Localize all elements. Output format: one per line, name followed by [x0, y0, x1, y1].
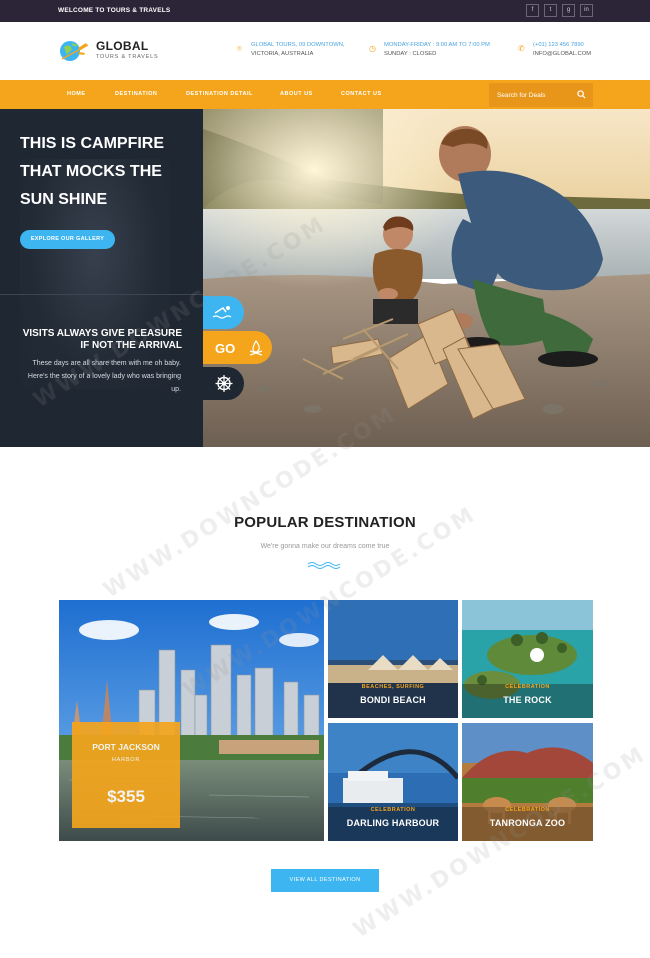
- map-pin-icon: ⌾: [237, 44, 242, 53]
- logo-subtitle: TOURS & TRAVELS: [96, 54, 159, 60]
- welcome-text: WELCOME TO TOURS & TRAVELS: [58, 7, 171, 14]
- go-campfire-tab[interactable]: GO: [203, 331, 272, 364]
- google-plus-icon[interactable]: g: [562, 4, 575, 17]
- wave-divider-icon: [307, 562, 341, 569]
- swimming-icon: [212, 306, 232, 319]
- nav-item-about-us[interactable]: ABOUT US: [280, 91, 313, 97]
- featured-destination-price: $355: [107, 787, 145, 806]
- globe-plane-logo-icon[interactable]: [58, 39, 90, 63]
- address-block: GLOBAL TOURS, 09 DOWNTOWN, VICTORIA, AUS…: [251, 41, 345, 59]
- tile-tag: BEACHES, SURFING: [361, 684, 425, 690]
- linkedin-icon[interactable]: in: [580, 4, 593, 17]
- hours-line-1: MONDAY-FRIDAY : 9:00 AM TO 7:00 PM: [384, 42, 490, 48]
- featured-destination-card[interactable]: PORT JACKSON HARBOR $355: [72, 722, 180, 828]
- hero-section: THIS IS CAMPFIRE THAT MOCKS THE SUN SHIN…: [0, 109, 650, 447]
- hero-subtitle: VISITS ALWAYS GIVE PLEASURE IF NOT THE A…: [22, 328, 182, 351]
- phone-icon: ✆: [518, 44, 525, 53]
- search-input[interactable]: [489, 83, 575, 107]
- swimming-tab[interactable]: [203, 296, 244, 329]
- tile-tag: CELEBRATION: [370, 807, 416, 813]
- phone-number[interactable]: (+01) 123 456 7890: [533, 41, 591, 50]
- view-all-destination-button[interactable]: VIEW ALL DESTINATION: [271, 869, 379, 892]
- search-box: [489, 83, 593, 107]
- nav-item-home[interactable]: HOME: [67, 91, 86, 97]
- popular-destination-title: POPULAR DESTINATION: [234, 514, 416, 531]
- site-header: GLOBAL TOURS & TRAVELS ⌾ GLOBAL TOURS, 0…: [0, 22, 650, 80]
- email-address[interactable]: INFO@GLOBAL.COM: [533, 50, 591, 59]
- featured-destination-name: PORT JACKSON: [92, 742, 160, 752]
- logo-title[interactable]: GLOBAL: [96, 39, 148, 53]
- destination-tile-bondi-beach[interactable]: BEACHES, SURFING BONDI BEACH: [328, 600, 458, 718]
- hero-title: THIS IS CAMPFIRE THAT MOCKS THE SUN SHIN…: [20, 135, 165, 208]
- destination-tile-darling-harbour[interactable]: CELEBRATION DARLING HARBOUR: [328, 723, 458, 841]
- destination-tile-the-rock[interactable]: CELEBRATION THE ROCK: [462, 600, 593, 718]
- phone-email-block: (+01) 123 456 7890 INFO@GLOBAL.COM: [533, 41, 591, 59]
- tile-name: DARLING HARBOUR: [346, 818, 440, 828]
- top-bar: WELCOME TO TOURS & TRAVELS f t g in: [0, 0, 650, 22]
- tile-name: TANRONGA ZOO: [489, 818, 566, 828]
- tile-name: THE ROCK: [503, 695, 552, 705]
- clock-icon: ◷: [369, 44, 376, 53]
- popular-destination-subtitle: We're gonna make our dreams come true: [260, 543, 390, 550]
- hours-block: MONDAY-FRIDAY : 9:00 AM TO 7:00 PM SUNDA…: [384, 41, 490, 59]
- nav-item-contact-us[interactable]: CONTACT US: [341, 91, 382, 97]
- nav-item-destination-detail[interactable]: DESTINATION DETAIL: [186, 91, 253, 97]
- hero-divider: [0, 294, 203, 295]
- twitter-icon[interactable]: t: [544, 4, 557, 17]
- address-line-1: GLOBAL TOURS, 09 DOWNTOWN,: [251, 42, 345, 48]
- featured-destination-sub: HARBOR: [111, 757, 141, 763]
- search-icon[interactable]: [577, 90, 586, 99]
- destination-tile-tanronga-zoo[interactable]: CELEBRATION TANRONGA ZOO: [462, 723, 593, 841]
- sailing-tab[interactable]: [203, 367, 244, 400]
- tile-tag: CELEBRATION: [505, 807, 550, 813]
- address-line-2: VICTORIA, AUSTRALIA: [251, 51, 314, 57]
- campfire-icon: [249, 339, 263, 356]
- tile-tag: CELEBRATION: [505, 684, 550, 690]
- hero-text-panel: THIS IS CAMPFIRE THAT MOCKS THE SUN SHIN…: [0, 109, 203, 447]
- facebook-icon[interactable]: f: [526, 4, 539, 17]
- explore-gallery-button[interactable]: EXPLORE OUR GALLERY: [20, 230, 115, 249]
- tile-name: BONDI BEACH: [360, 695, 426, 705]
- hero-campfire-photo: [203, 109, 650, 447]
- ship-wheel-icon: [215, 375, 233, 392]
- hero-description: These days are all share them with me oh…: [27, 360, 181, 393]
- go-label: GO: [215, 341, 236, 356]
- nav-item-destination[interactable]: DESTINATION: [115, 91, 157, 97]
- hours-line-2: SUNDAY : CLOSED: [384, 51, 437, 57]
